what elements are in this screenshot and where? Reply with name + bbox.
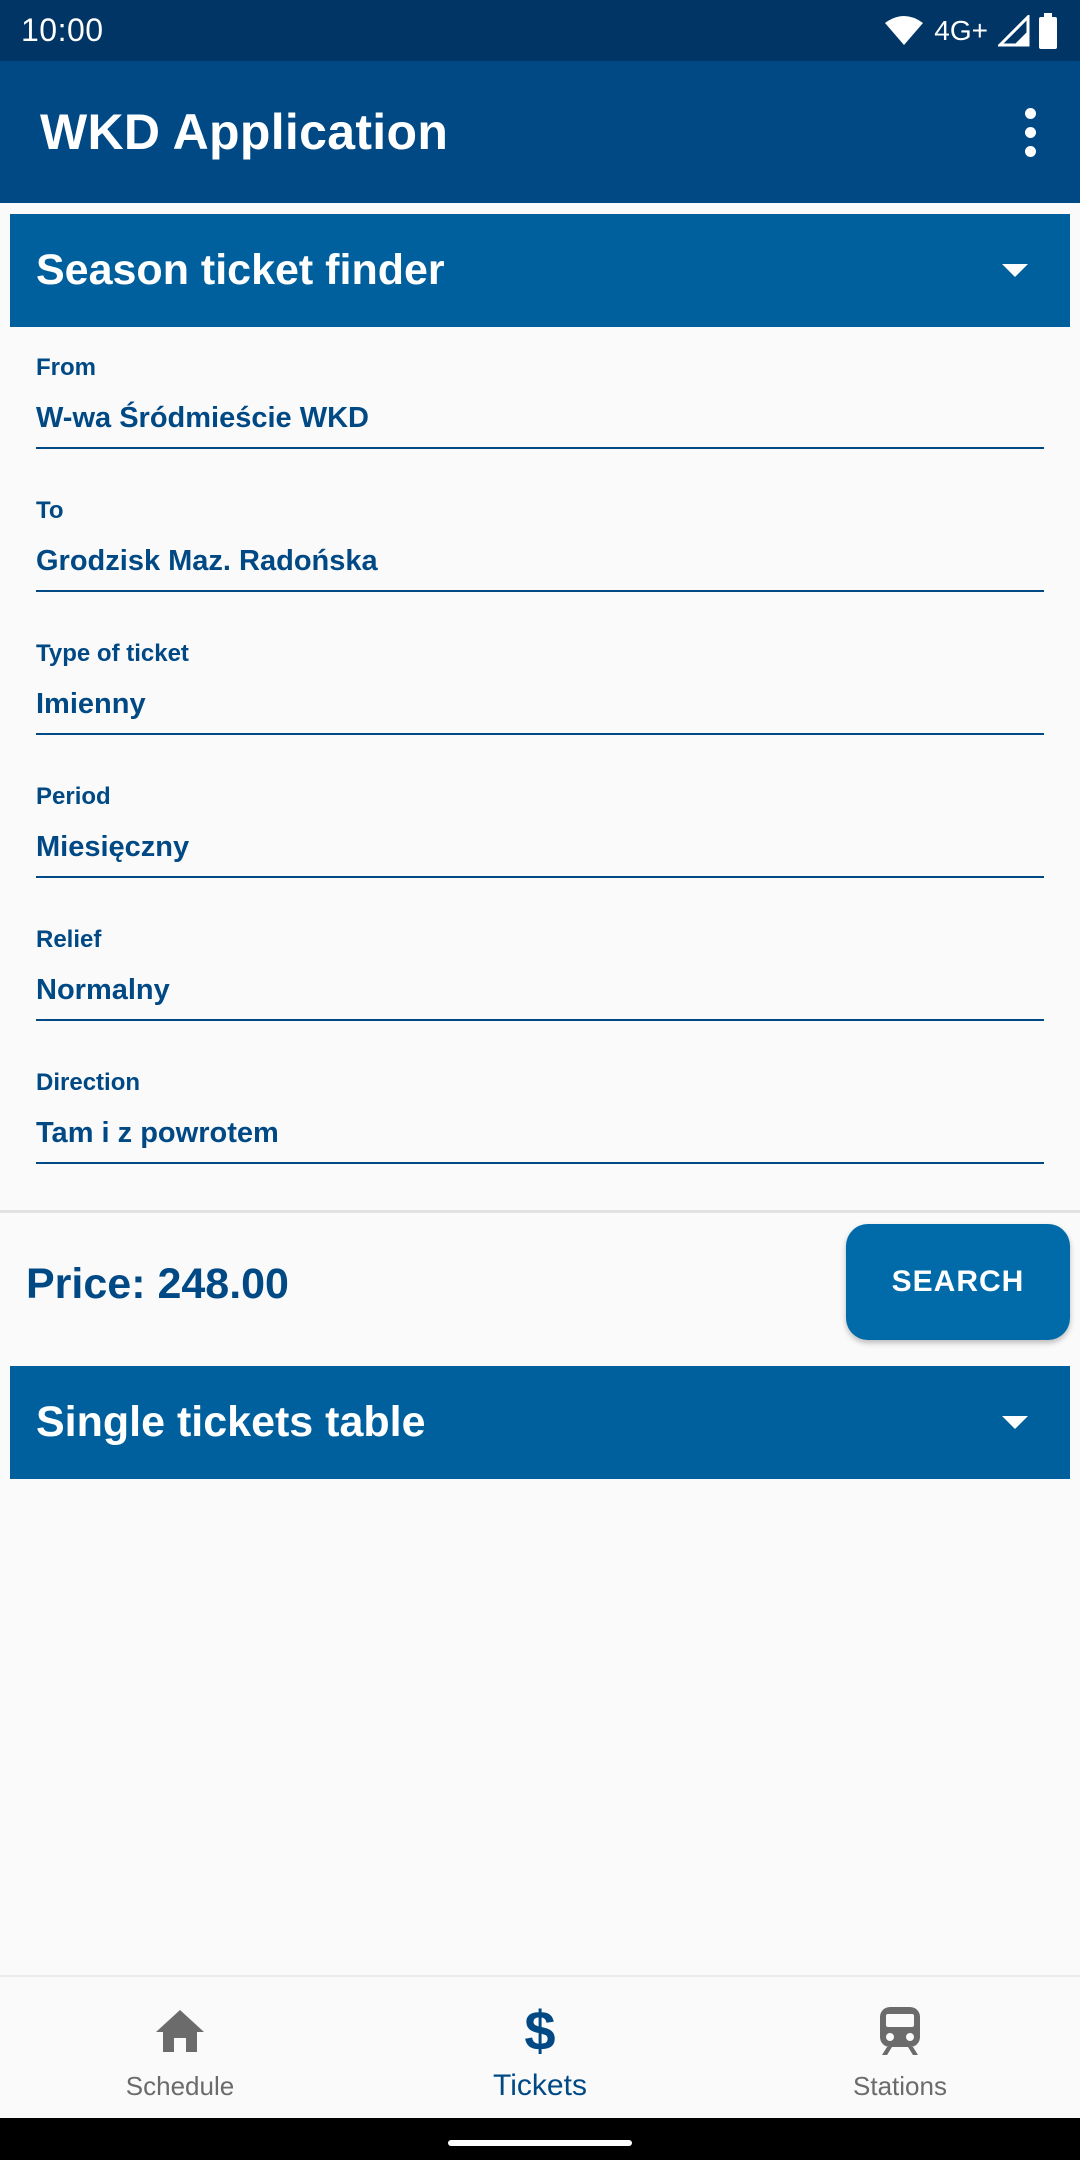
field-label: Direction	[36, 1069, 141, 1096]
bottom-navigation: Schedule $ Tickets Stations	[0, 1975, 1080, 2118]
field-label: To	[36, 497, 64, 524]
more-vert-icon[interactable]	[1004, 102, 1056, 162]
field-value: W-wa Śródmieście WKD	[36, 402, 369, 434]
season-ticket-form: From W-wa Śródmieście WKD To Grodzisk Ma…	[36, 326, 1044, 1184]
nav-label: Schedule	[125, 2071, 235, 2101]
nav-item-tickets[interactable]: $ Tickets	[360, 1977, 720, 2118]
field-value: Tam i z powrotem	[36, 1117, 279, 1149]
status-time: 10:00	[21, 12, 104, 48]
field-value: Normalny	[36, 974, 170, 1006]
dollar-icon: $	[524, 1999, 556, 2062]
field-underline	[36, 1162, 1044, 1164]
nav-item-stations[interactable]: Stations	[720, 1977, 1080, 2118]
dot	[1024, 145, 1036, 157]
nav-label: Tickets	[493, 2069, 587, 2102]
dot	[1024, 126, 1036, 138]
field-value: Imienny	[36, 688, 146, 720]
field-value: Miesięczny	[36, 831, 190, 863]
from-field[interactable]: From W-wa Śródmieście WKD	[36, 326, 1044, 469]
home-gesture-pill[interactable]	[448, 2140, 632, 2146]
screen: 10:00 4G+ WKD Application Season ticket …	[0, 0, 1080, 2160]
caret-down-icon	[1002, 1416, 1028, 1429]
divider	[0, 1210, 1080, 1213]
field-value: Grodzisk Maz. Radońska	[36, 545, 378, 577]
system-navigation-bar	[0, 2118, 1080, 2160]
home-icon	[154, 2001, 206, 2061]
field-label: Relief	[36, 926, 102, 953]
field-underline	[36, 447, 1044, 449]
nav-label: Stations	[853, 2071, 947, 2101]
app-bar: WKD Application	[0, 61, 1080, 203]
relief-field[interactable]: Relief Normalny	[36, 898, 1044, 1041]
status-bar: 10:00 4G+	[0, 0, 1080, 61]
field-underline	[36, 1019, 1044, 1021]
field-label: Type of ticket	[36, 640, 189, 667]
signal-icon	[998, 14, 1030, 47]
period-field[interactable]: Period Miesięczny	[36, 755, 1044, 898]
train-icon	[877, 2001, 923, 2061]
app-title: WKD Application	[40, 104, 449, 160]
section-title: Season ticket finder	[36, 246, 445, 294]
battery-icon	[1038, 12, 1058, 49]
section-title: Single tickets table	[36, 1398, 426, 1446]
field-underline	[36, 590, 1044, 592]
field-underline	[36, 876, 1044, 878]
to-field[interactable]: To Grodzisk Maz. Radońska	[36, 469, 1044, 612]
field-underline	[36, 733, 1044, 735]
dot	[1024, 107, 1036, 119]
wifi-icon	[884, 15, 924, 47]
nav-item-schedule[interactable]: Schedule	[0, 1977, 360, 2118]
price-text: Price: 248.00	[26, 1260, 289, 1308]
field-label: From	[36, 354, 96, 381]
direction-field[interactable]: Direction Tam i z powrotem	[36, 1041, 1044, 1184]
single-tickets-table-header[interactable]: Single tickets table	[10, 1366, 1070, 1479]
field-label: Period	[36, 783, 111, 810]
ticket-type-field[interactable]: Type of ticket Imienny	[36, 612, 1044, 755]
network-type: 4G+	[934, 14, 988, 46]
season-ticket-finder-header[interactable]: Season ticket finder	[10, 214, 1070, 327]
status-icons: 4G+	[884, 0, 1058, 61]
search-button[interactable]: SEARCH	[846, 1224, 1070, 1340]
caret-down-icon	[1002, 264, 1028, 277]
